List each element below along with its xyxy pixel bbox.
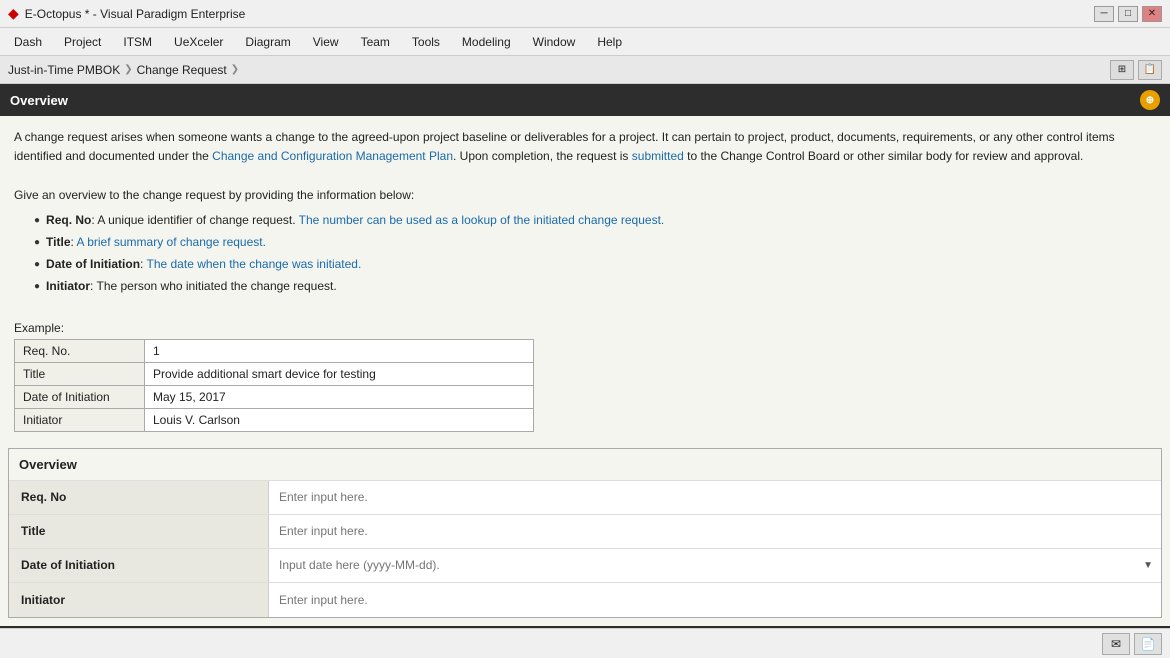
description-area: A change request arises when someone wan… — [0, 116, 1170, 315]
date-dropdown-arrow[interactable]: ▼ — [1143, 560, 1153, 571]
req-no-input[interactable] — [269, 481, 1161, 514]
maximize-button[interactable]: □ — [1118, 6, 1138, 22]
menu-item-project[interactable]: Project — [54, 31, 111, 53]
menu-item-window[interactable]: Window — [523, 31, 586, 53]
bullet-dot-4: ● — [34, 279, 40, 295]
window-controls: ─ □ ✕ — [1094, 6, 1162, 22]
form-label-date: Date of Initiation — [9, 549, 269, 582]
form-section-label: Overview — [19, 457, 77, 472]
form-row-reqno: Req. No — [9, 481, 1161, 515]
example-label: Example: — [0, 315, 1170, 339]
example-value-reqno: 1 — [145, 339, 534, 362]
main-content: Overview ⊕ A change request arises when … — [0, 84, 1170, 658]
example-field-reqno: Req. No. — [15, 339, 145, 362]
app-icon: ◆ — [8, 5, 19, 22]
bullet-list: ● Req. No: A unique identifier of change… — [34, 211, 1156, 297]
form-label-reqno: Req. No — [9, 481, 269, 514]
minimize-button[interactable]: ─ — [1094, 6, 1114, 22]
bullet-dot-1: ● — [34, 213, 40, 229]
breadcrumb-change-request[interactable]: Change Request — [137, 63, 227, 77]
bottom-toolbar: ✉ 📄 — [0, 628, 1170, 658]
form-inner: Req. No Title Date of Initiation ▼ — [9, 481, 1161, 617]
menu-item-diagram[interactable]: Diagram — [235, 31, 300, 53]
example-field-initiator: Initiator — [15, 408, 145, 431]
menu-bar: DashProjectITSMUeXcelerDiagramViewTeamTo… — [0, 28, 1170, 56]
form-input-initiator[interactable] — [269, 583, 1161, 617]
breadcrumb-arrow-2: ❯ — [231, 64, 239, 75]
breadcrumb-pmbok[interactable]: Just-in-Time PMBOK — [8, 63, 120, 77]
example-table: Req. No. 1 Title Provide additional smar… — [14, 339, 534, 432]
overview-header-icon[interactable]: ⊕ — [1140, 90, 1160, 110]
intro-text: A change request arises when someone wan… — [14, 128, 1156, 166]
title-input[interactable] — [269, 515, 1161, 548]
form-row-date: Date of Initiation ▼ — [9, 549, 1161, 583]
example-field-title: Title — [15, 362, 145, 385]
breadcrumb-grid-btn[interactable]: ⊞ — [1110, 60, 1134, 80]
example-row-date: Date of Initiation May 15, 2017 — [15, 385, 534, 408]
bullet-dot-2: ● — [34, 235, 40, 251]
menu-item-modeling[interactable]: Modeling — [452, 31, 521, 53]
breadcrumb-toolbar: ⊞ 📋 — [1110, 60, 1162, 80]
menu-item-itsm[interactable]: ITSM — [113, 31, 162, 53]
guide-text: Give an overview to the change request b… — [14, 186, 1156, 205]
menu-item-dash[interactable]: Dash — [4, 31, 52, 53]
form-label-initiator: Initiator — [9, 583, 269, 617]
example-value-title: Provide additional smart device for test… — [145, 362, 534, 385]
example-row-reqno: Req. No. 1 — [15, 339, 534, 362]
bullet-title: ● Title: A brief summary of change reque… — [34, 233, 1156, 252]
breadcrumb-arrow-1: ❯ — [124, 64, 132, 75]
example-value-initiator: Louis V. Carlson — [145, 408, 534, 431]
form-input-title[interactable] — [269, 515, 1161, 548]
menu-item-uexceler[interactable]: UeXceler — [164, 31, 233, 53]
form-input-date[interactable]: ▼ — [269, 549, 1161, 582]
menu-item-view[interactable]: View — [303, 31, 349, 53]
form-input-reqno[interactable] — [269, 481, 1161, 514]
example-row-title: Title Provide additional smart device fo… — [15, 362, 534, 385]
breadcrumb-layout-btn[interactable]: 📋 — [1138, 60, 1162, 80]
bullet-initiator: ● Initiator: The person who initiated th… — [34, 277, 1156, 296]
form-row-initiator: Initiator — [9, 583, 1161, 617]
bullet-dot-3: ● — [34, 257, 40, 273]
bullet-date: ● Date of Initiation: The date when the … — [34, 255, 1156, 274]
form-section: Overview Req. No Title Date of Initiatio… — [8, 448, 1162, 618]
form-section-header: Overview — [9, 449, 1161, 481]
document-button[interactable]: 📄 — [1134, 633, 1162, 655]
form-row-title: Title — [9, 515, 1161, 549]
overview-header-label: Overview — [10, 93, 68, 108]
menu-item-tools[interactable]: Tools — [402, 31, 450, 53]
example-value-date: May 15, 2017 — [145, 385, 534, 408]
menu-item-help[interactable]: Help — [587, 31, 632, 53]
bullet-req-no: ● Req. No: A unique identifier of change… — [34, 211, 1156, 230]
initiator-input[interactable] — [269, 583, 1161, 617]
date-input[interactable] — [269, 549, 1137, 582]
example-field-date: Date of Initiation — [15, 385, 145, 408]
breadcrumb-change-request-label: Change Request — [137, 63, 227, 77]
close-button[interactable]: ✕ — [1142, 6, 1162, 22]
title-bar: ◆ E-Octopus * - Visual Paradigm Enterpri… — [0, 0, 1170, 28]
menu-item-team[interactable]: Team — [351, 31, 400, 53]
overview-section-header: Overview ⊕ — [0, 84, 1170, 116]
email-button[interactable]: ✉ — [1102, 633, 1130, 655]
example-row-initiator: Initiator Louis V. Carlson — [15, 408, 534, 431]
breadcrumb: Just-in-Time PMBOK ❯ Change Request ❯ ⊞ … — [0, 56, 1170, 84]
form-label-title: Title — [9, 515, 269, 548]
breadcrumb-pmbok-label: Just-in-Time PMBOK — [8, 63, 120, 77]
title-text: E-Octopus * - Visual Paradigm Enterprise — [25, 7, 1094, 21]
